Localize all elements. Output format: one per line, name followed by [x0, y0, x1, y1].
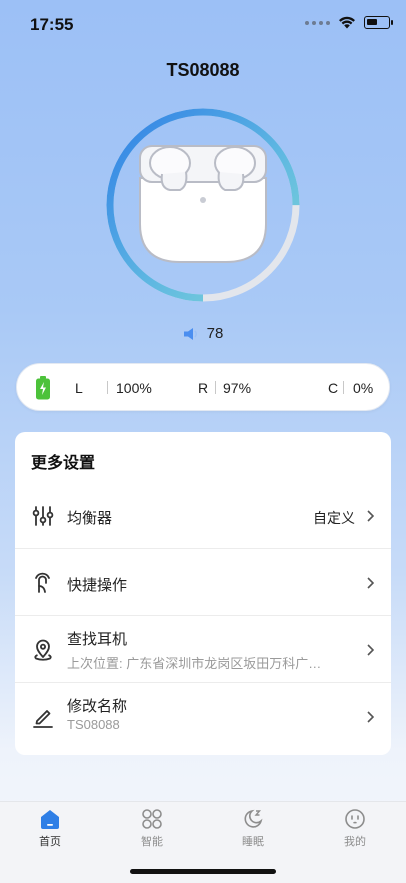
chevron-right-icon: [367, 509, 374, 522]
equalizer-value: 自定义: [313, 510, 355, 526]
earbuds-case-image: [139, 145, 267, 263]
cellular-signal-icon: [305, 20, 330, 25]
phone-battery-icon: [364, 16, 393, 29]
volume-indicator: 78: [0, 325, 406, 342]
tab-smart-label: 智能: [141, 836, 163, 848]
status-indicators: [305, 16, 393, 29]
more-settings-card: 更多设置 均衡器 自定义 快捷操作 查找耳机 上次位置: 广东省深圳市龙岗区坂田…: [15, 432, 391, 755]
case-battery: 0%: [353, 380, 374, 396]
profile-face-icon: [345, 809, 365, 829]
last-location-text: 上次位置: 广东省深圳市龙岗区坂田万科广…: [67, 656, 322, 671]
settings-title: 更多设置: [31, 455, 96, 472]
divider: [107, 381, 108, 394]
find-earbuds-row[interactable]: 查找耳机 上次位置: 广东省深圳市龙岗区坂田万科广…: [15, 616, 391, 683]
device-name-title: TS08088: [166, 60, 240, 80]
divider: [343, 381, 344, 394]
left-bud-battery: 100%: [116, 380, 152, 396]
sleep-moon-icon: [244, 809, 263, 828]
current-device-name: TS08088: [67, 717, 120, 732]
tab-sleep-label: 睡眠: [242, 836, 264, 848]
location-pin-icon: [34, 639, 52, 661]
edit-pencil-icon: [33, 709, 53, 728]
tab-sleep[interactable]: 睡眠: [223, 808, 283, 849]
rename-device-label: 修改名称: [67, 698, 128, 715]
earbuds-battery-card: L 100% R 97% C 0%: [16, 363, 390, 411]
wifi-icon: [339, 16, 355, 29]
left-bud-label: L: [75, 380, 83, 396]
home-indicator: [130, 869, 276, 874]
rename-device-row[interactable]: 修改名称 TS08088: [15, 683, 391, 750]
status-time: 17:55: [30, 15, 74, 34]
equalizer-icon: [32, 505, 54, 526]
tab-profile[interactable]: 我的: [325, 808, 385, 849]
speaker-icon: [183, 327, 197, 340]
tab-profile-label: 我的: [344, 836, 366, 848]
battery-charging-icon: [36, 376, 50, 400]
shortcut-controls-row[interactable]: 快捷操作: [15, 549, 391, 616]
chevron-right-icon: [367, 710, 374, 723]
volume-value: 78: [206, 325, 224, 342]
right-bud-battery: 97%: [223, 380, 252, 396]
chevron-right-icon: [367, 576, 374, 589]
touch-gesture-icon: [35, 572, 50, 593]
find-earbuds-label: 查找耳机: [67, 631, 128, 648]
status-bar: 17:55: [0, 0, 406, 50]
divider: [215, 381, 216, 394]
equalizer-row[interactable]: 均衡器 自定义: [15, 482, 391, 549]
smart-grid-icon: [142, 809, 162, 829]
battery-ring: [104, 106, 302, 304]
tab-smart[interactable]: 智能: [122, 808, 182, 849]
home-icon: [41, 810, 59, 829]
tab-home[interactable]: 首页: [20, 808, 80, 849]
shortcut-controls-label: 快捷操作: [67, 577, 128, 594]
case-label: C: [328, 380, 339, 396]
equalizer-label: 均衡器: [67, 510, 113, 527]
chevron-right-icon: [367, 643, 374, 656]
tab-home-label: 首页: [39, 836, 61, 848]
right-bud-label: R: [198, 380, 209, 396]
